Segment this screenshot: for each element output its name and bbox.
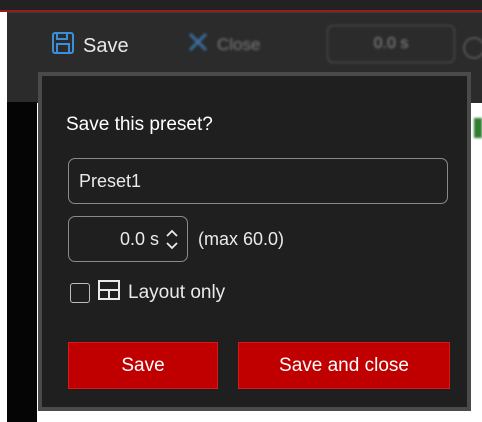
layout-only-checkbox[interactable] xyxy=(70,283,90,303)
save-button[interactable]: Save xyxy=(68,342,218,389)
toolbar-record-icon[interactable] xyxy=(463,37,482,59)
chevron-up-icon[interactable] xyxy=(165,229,179,238)
chevron-down-icon[interactable] xyxy=(165,241,179,250)
duration-row: 0.0 s (max 60.0) xyxy=(68,216,284,262)
toolbar-duration-spinner[interactable]: 0.0 s xyxy=(327,25,455,63)
floppy-disk-icon xyxy=(51,31,75,61)
preset-name-value: Preset1 xyxy=(79,170,142,191)
spinner-arrows xyxy=(165,229,179,250)
save-and-close-button[interactable]: Save and close xyxy=(238,342,450,389)
background-green-marker xyxy=(474,118,482,138)
save-button-label: Save xyxy=(121,354,165,376)
duration-value: 0.0 s xyxy=(119,228,159,249)
toolbar-save-label: Save xyxy=(83,34,129,57)
toolbar-close-button[interactable]: Close xyxy=(187,31,260,58)
preset-name-input[interactable]: Preset1 xyxy=(68,158,448,204)
top-strip xyxy=(0,0,482,12)
popup-title: Save this preset? xyxy=(66,114,213,135)
duration-spinner[interactable]: 0.0 s xyxy=(68,216,188,262)
app-window: Save Close 0.0 s Save this preset? Prese… xyxy=(0,0,482,422)
toolbar-save-button[interactable]: Save xyxy=(51,31,129,61)
save-preset-popup: Save this preset? Preset1 0.0 s (max 60.… xyxy=(38,72,471,411)
background-canvas xyxy=(7,102,37,422)
close-x-icon xyxy=(187,31,209,58)
max-duration-label: (max 60.0) xyxy=(198,228,285,249)
layout-only-label: Layout only xyxy=(128,282,226,303)
save-and-close-button-label: Save and close xyxy=(279,354,409,376)
toolbar-duration-value: 0.0 s xyxy=(373,35,409,52)
layout-icon xyxy=(98,280,120,306)
toolbar-close-label: Close xyxy=(217,34,261,54)
layout-only-option[interactable]: Layout only xyxy=(70,280,225,306)
